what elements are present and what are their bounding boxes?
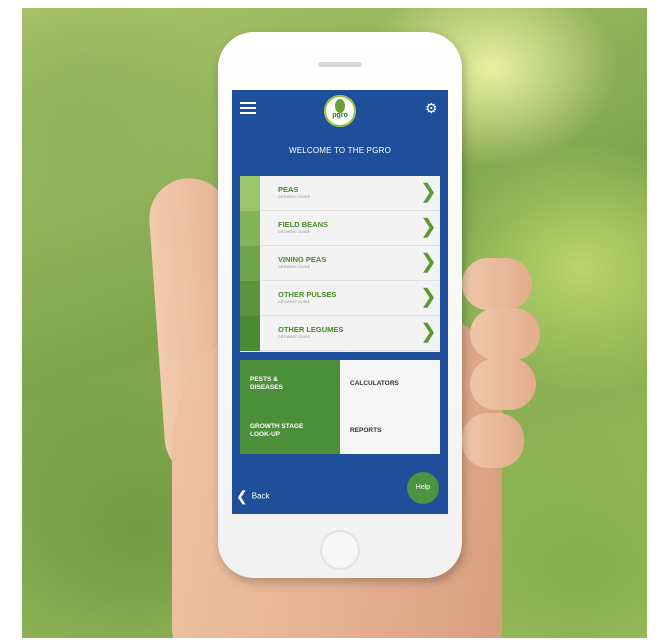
menu-icon[interactable] — [240, 102, 256, 114]
crop-item-other-pulses[interactable]: OTHER PULSES GROWING GUIDE ❯ — [240, 281, 440, 316]
crop-title: PEAS — [278, 185, 299, 194]
crop-item-other-legumes[interactable]: OTHER LEGUMES GROWING GUIDE ❯ — [240, 316, 440, 351]
crop-title: FIELD BEANS — [278, 220, 329, 229]
leaf-icon — [335, 99, 345, 113]
crop-item-peas[interactable]: PEAS GROWING GUIDE ❯ — [240, 176, 440, 211]
back-label: Back — [251, 491, 270, 501]
pgro-logo: pgro — [324, 95, 356, 127]
gear-icon[interactable]: ⚙ — [425, 101, 439, 115]
crop-color-bar — [240, 176, 260, 211]
chevron-right-icon: ❯ — [420, 216, 437, 238]
crop-color-bar — [240, 211, 260, 246]
crop-item-vining-peas[interactable]: VINING PEAS GROWING GUIDE ❯ — [240, 246, 440, 281]
top-bar: pgro ⚙ — [232, 90, 448, 132]
phone-speaker — [318, 62, 362, 67]
tile-label: GROWTH STAGE LOOK-UP — [250, 423, 304, 438]
reports-button[interactable]: REPORTS — [340, 407, 440, 454]
calculators-button[interactable]: CALCULATORS — [340, 360, 440, 407]
tool-grid: PESTS & DISEASES CALCULATORS GROWTH STAG… — [240, 360, 440, 454]
app-screen: pgro ⚙ WELCOME TO THE PGRO PEAS GROWING … — [232, 90, 448, 514]
crop-color-bar — [240, 246, 260, 281]
crop-color-bar — [240, 316, 260, 351]
crop-title: VINING PEAS — [278, 255, 327, 264]
welcome-title: WELCOME TO THE PGRO — [288, 146, 392, 155]
tile-label: PESTS & DISEASES — [250, 376, 283, 391]
crop-subtitle: GROWING GUIDE — [278, 265, 311, 269]
help-button[interactable]: Help — [407, 472, 439, 504]
crop-subtitle: GROWING GUIDE — [278, 195, 311, 199]
crop-subtitle: GROWING GUIDE — [278, 230, 311, 234]
crop-list: PEAS GROWING GUIDE ❯ FIELD BEANS GROWING… — [240, 176, 440, 352]
hand-finger — [470, 308, 540, 360]
tile-label: REPORTS — [350, 427, 382, 434]
back-button[interactable]: ❮ Back — [236, 488, 270, 505]
crop-subtitle: GROWING GUIDE — [278, 300, 311, 304]
crop-color-bar — [240, 281, 260, 316]
crop-item-field-beans[interactable]: FIELD BEANS GROWING GUIDE ❯ — [240, 211, 440, 246]
crop-title: OTHER PULSES — [278, 290, 337, 299]
chevron-right-icon: ❯ — [420, 321, 437, 343]
chevron-right-icon: ❯ — [420, 181, 437, 203]
growth-stage-button[interactable]: GROWTH STAGE LOOK-UP — [240, 407, 340, 454]
chevron-left-icon: ❮ — [236, 488, 248, 504]
pests-diseases-button[interactable]: PESTS & DISEASES — [240, 360, 340, 407]
chevron-right-icon: ❯ — [420, 286, 437, 308]
crop-title: OTHER LEGUMES — [278, 325, 344, 334]
hand-finger — [462, 413, 524, 468]
home-button[interactable] — [320, 530, 360, 570]
crop-subtitle: GROWING GUIDE — [278, 335, 311, 339]
hand-finger — [470, 358, 536, 410]
chevron-right-icon: ❯ — [420, 251, 437, 273]
logo-text: pgro — [332, 112, 348, 119]
hand-finger — [462, 258, 532, 310]
tile-label: CALCULATORS — [350, 380, 399, 387]
